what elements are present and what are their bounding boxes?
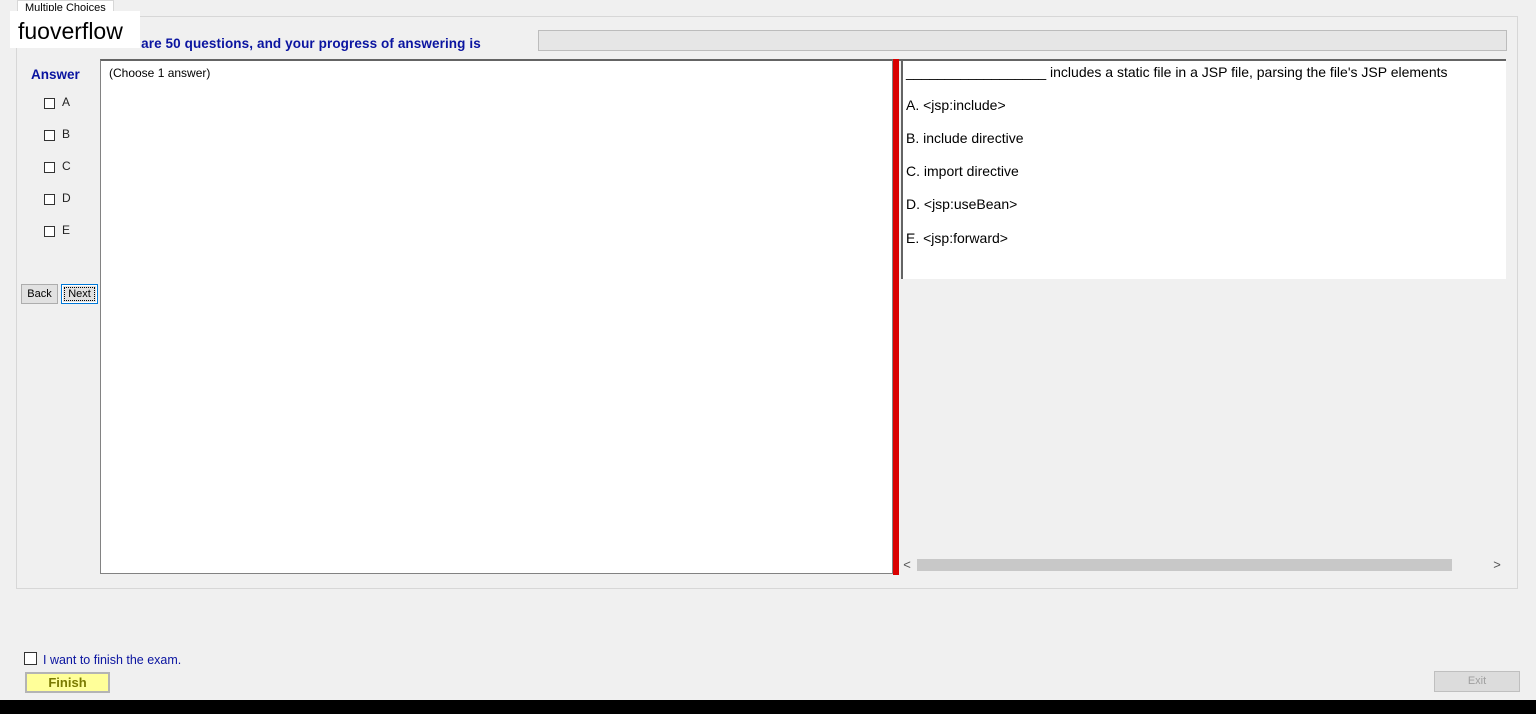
choice-e: E. <jsp:forward> [906, 230, 1008, 246]
checkbox-d[interactable] [44, 194, 55, 206]
choice-c: C. import directive [906, 163, 1019, 179]
horizontal-scrollbar[interactable]: < > [899, 556, 1506, 574]
scroll-left-icon[interactable]: < [899, 556, 915, 574]
question-stem: __________________ includes a static fil… [906, 64, 1448, 80]
choice-d: D. <jsp:useBean> [906, 196, 1018, 212]
answer-option-e[interactable]: E [44, 223, 70, 238]
answer-text-pane[interactable]: (Choose 1 answer) [100, 59, 893, 574]
choice-b: B. include directive [906, 130, 1024, 146]
choose-instruction: (Choose 1 answer) [109, 66, 211, 80]
scrollbar-thumb[interactable] [917, 559, 1452, 571]
answer-option-c[interactable]: C [44, 159, 71, 174]
scroll-right-icon[interactable]: > [1489, 556, 1505, 574]
answer-option-label: C [62, 159, 71, 173]
answer-option-d[interactable]: D [44, 191, 71, 206]
question-content: __________________ includes a static fil… [901, 61, 1506, 279]
progress-bar [538, 30, 1507, 51]
answer-option-a[interactable]: A [44, 95, 70, 110]
finish-button[interactable]: Finish [25, 672, 110, 693]
finish-exam-label[interactable]: I want to finish the exam. [43, 653, 181, 667]
question-pane[interactable]: __________________ includes a static fil… [899, 59, 1506, 575]
finish-exam-checkbox[interactable] [24, 652, 37, 665]
answer-option-label: E [62, 223, 71, 237]
next-button[interactable]: Next [61, 284, 98, 304]
exit-button[interactable]: Exit [1434, 671, 1520, 692]
checkbox-e[interactable] [44, 226, 55, 238]
checkbox-a[interactable] [44, 98, 55, 110]
answer-title: Answer [31, 67, 80, 82]
progress-label: There are 50 questions, and your progres… [100, 36, 481, 51]
answer-option-label: B [62, 127, 71, 141]
watermark-label: fuoverflow [10, 11, 140, 48]
answer-option-label: D [62, 191, 71, 205]
checkbox-c[interactable] [44, 162, 55, 174]
choice-a: A. <jsp:include> [906, 97, 1006, 113]
taskbar-strip [0, 700, 1536, 714]
back-button[interactable]: Back [21, 284, 58, 304]
answer-option-label: A [62, 95, 71, 109]
answer-option-b[interactable]: B [44, 127, 70, 142]
checkbox-b[interactable] [44, 130, 55, 142]
